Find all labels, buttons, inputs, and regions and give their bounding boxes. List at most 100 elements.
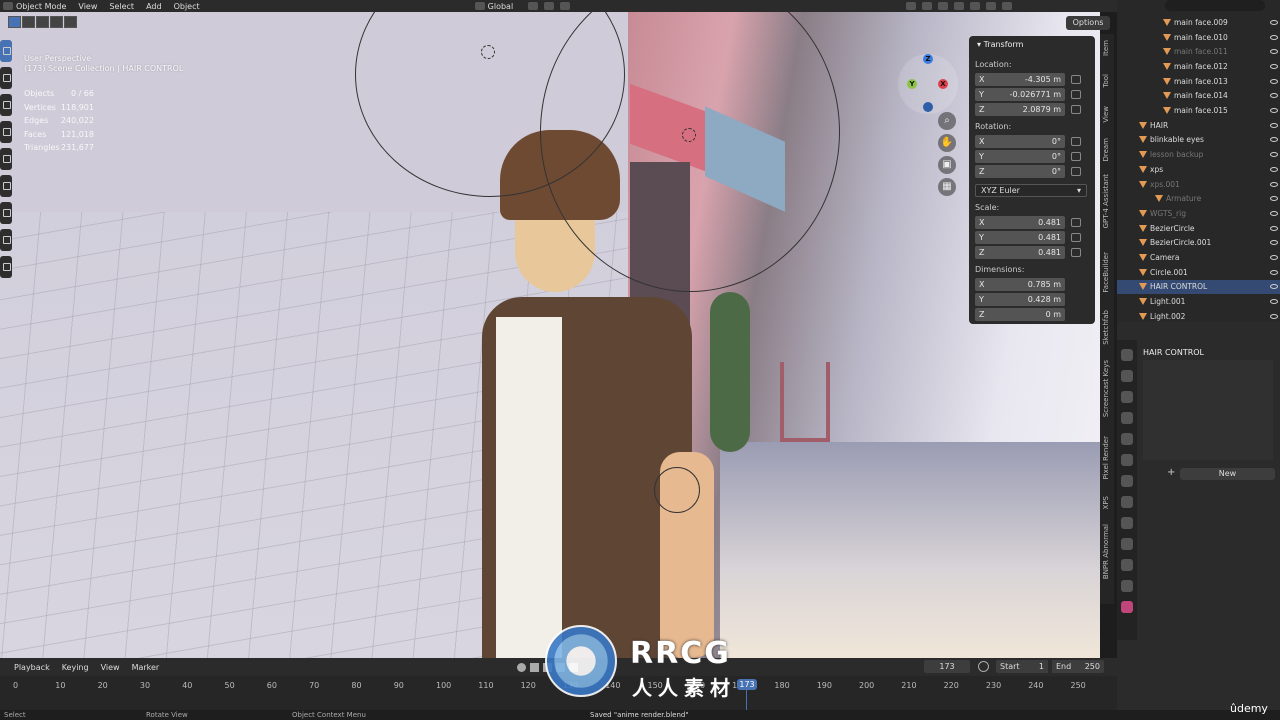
scale-y-field[interactable]: Y 0.481 — [975, 231, 1089, 244]
eye-icon[interactable] — [1270, 196, 1278, 202]
xray-icon[interactable] — [954, 2, 965, 10]
jump-start-icon[interactable] — [530, 662, 540, 672]
view-layer-icon[interactable] — [1121, 412, 1133, 424]
dimensions-y-field[interactable]: Y 0.428 m — [975, 293, 1089, 306]
outliner-row[interactable]: Camera — [1117, 250, 1280, 265]
outliner-row[interactable]: main face.014 — [1117, 89, 1280, 104]
start-frame-field[interactable]: Start 1 — [996, 660, 1048, 673]
tab-xps[interactable]: XPS — [1102, 496, 1110, 509]
overlay-icon[interactable] — [938, 2, 949, 10]
clock-icon[interactable] — [978, 661, 989, 672]
navigation-gizmo[interactable]: Z X Y — [898, 54, 958, 114]
outliner-row[interactable]: lesson backup — [1117, 147, 1280, 162]
outliner-row[interactable]: Armature — [1117, 191, 1280, 206]
eye-icon[interactable] — [1270, 240, 1278, 246]
orientation-select[interactable]: Global — [488, 2, 514, 11]
options-button[interactable]: Options — [1066, 16, 1110, 30]
eye-icon[interactable] — [1270, 255, 1278, 261]
select-new-icon[interactable] — [8, 16, 21, 28]
3d-viewport[interactable]: User Perspective (173) Scene Collection … — [0, 12, 1100, 658]
menu-playback[interactable]: Playback — [14, 663, 50, 672]
rotation-z-field[interactable]: Z 0° — [975, 165, 1089, 178]
transform-title[interactable]: Transform — [977, 40, 1089, 49]
pan-hand-icon[interactable]: ✋ — [938, 134, 956, 152]
eye-icon[interactable] — [1270, 19, 1278, 25]
outliner-row[interactable]: xps — [1117, 162, 1280, 177]
dimensions-z-field[interactable]: Z0 m — [975, 308, 1089, 321]
eye-icon[interactable] — [1270, 225, 1278, 231]
scale-x-field[interactable]: X 0.481 — [975, 216, 1089, 229]
scene-props-icon[interactable] — [1121, 433, 1133, 445]
outliner-row[interactable]: BezierCircle — [1117, 221, 1280, 236]
render-props-icon[interactable] — [1121, 370, 1133, 382]
tab-pixel-render[interactable]: Pixel Render — [1102, 436, 1110, 479]
move-tool[interactable] — [0, 94, 12, 116]
outliner-row[interactable]: Light.002 — [1117, 309, 1280, 322]
scale-z-field[interactable]: Z 0.481 — [975, 246, 1089, 259]
tab-tool[interactable]: Tool — [1102, 74, 1110, 88]
outliner-row[interactable]: main face.013 — [1117, 74, 1280, 89]
scale-tool[interactable] — [0, 148, 12, 170]
x-axis-icon[interactable]: X — [938, 79, 948, 89]
eye-icon[interactable] — [1270, 269, 1278, 275]
z-axis-icon[interactable]: Z — [923, 54, 933, 64]
tab-screencast-keys[interactable]: Screencast Keys — [1102, 360, 1110, 417]
cursor-tool[interactable] — [0, 67, 12, 89]
editor-type-icon[interactable] — [3, 2, 13, 10]
gizmo-toggle-icon[interactable] — [922, 2, 933, 10]
lock-icon[interactable] — [1071, 218, 1081, 227]
lock-icon[interactable] — [1071, 152, 1081, 161]
eye-icon[interactable] — [1270, 166, 1278, 172]
new-material-button[interactable]: New — [1180, 468, 1275, 480]
shading-solid-icon[interactable] — [970, 2, 981, 10]
location-z-field[interactable]: Z 2.0879 m — [975, 103, 1089, 116]
eye-icon[interactable] — [1270, 152, 1278, 158]
tool-props-icon[interactable] — [1121, 349, 1133, 361]
material-props-icon[interactable] — [1121, 601, 1133, 613]
eye-icon[interactable] — [1270, 34, 1278, 40]
material-slots-list[interactable] — [1143, 360, 1273, 460]
outliner-row[interactable]: main face.011 — [1117, 44, 1280, 59]
menu-select[interactable]: Select — [109, 2, 134, 11]
lock-icon[interactable] — [1071, 167, 1081, 176]
hand-control-ring[interactable] — [654, 467, 700, 513]
eye-icon[interactable] — [1270, 181, 1278, 187]
annotate-tool[interactable] — [0, 202, 12, 224]
pivot-icon[interactable] — [528, 2, 539, 10]
current-frame-field[interactable]: 173 — [924, 660, 970, 673]
lock-icon[interactable] — [1071, 75, 1081, 84]
neg-z-axis-icon[interactable] — [923, 102, 933, 112]
lock-icon[interactable] — [1071, 90, 1081, 99]
mode-select[interactable]: Object Mode — [16, 2, 66, 11]
tab-dream[interactable]: Dream — [1102, 138, 1110, 162]
outliner-row[interactable]: Light.001 — [1117, 294, 1280, 309]
shading-material-icon[interactable] — [986, 2, 997, 10]
eye-icon[interactable] — [1270, 63, 1278, 69]
eye-icon[interactable] — [1270, 78, 1278, 84]
location-y-field[interactable]: Y -0.026771 m — [975, 88, 1089, 101]
empty-marker[interactable] — [682, 128, 696, 142]
outliner-row[interactable]: Circle.001 — [1117, 265, 1280, 280]
eye-icon[interactable] — [1270, 210, 1278, 216]
ortho-grid-icon[interactable]: ▦ — [938, 178, 956, 196]
tab-bnpr-abnormal[interactable]: BNPR Abnormal — [1102, 524, 1110, 579]
menu-marker[interactable]: Marker — [132, 663, 160, 672]
menu-add[interactable]: Add — [146, 2, 162, 11]
tab-view[interactable]: View — [1102, 106, 1110, 123]
transform-tool[interactable] — [0, 175, 12, 197]
visibility-icon[interactable] — [906, 2, 917, 10]
measure-tool[interactable] — [0, 229, 12, 251]
y-axis-icon[interactable]: Y — [907, 79, 917, 89]
world-props-icon[interactable] — [1121, 454, 1133, 466]
snap-icon[interactable] — [544, 2, 555, 10]
tab-gpt4-assistant[interactable]: GPT-4 Assistant — [1102, 174, 1110, 228]
constraints-props-icon[interactable] — [1121, 559, 1133, 571]
physics-props-icon[interactable] — [1121, 538, 1133, 550]
rotation-y-field[interactable]: Y 0° — [975, 150, 1089, 163]
eye-icon[interactable] — [1270, 313, 1278, 319]
eye-icon[interactable] — [1270, 122, 1278, 128]
tab-facebuilder[interactable]: FaceBuilder — [1102, 252, 1110, 293]
menu-timeline-view[interactable]: View — [101, 663, 120, 672]
empty-marker[interactable] — [481, 45, 495, 59]
outliner-row[interactable]: WGTS_rig — [1117, 206, 1280, 221]
